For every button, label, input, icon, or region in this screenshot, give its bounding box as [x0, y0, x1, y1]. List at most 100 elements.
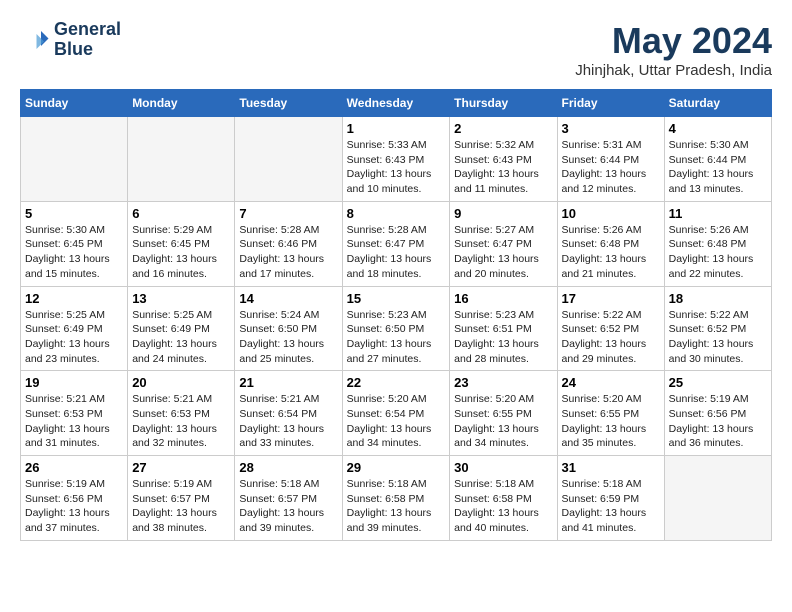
day-detail: Sunrise: 5:28 AMSunset: 6:47 PMDaylight:… — [347, 223, 446, 282]
calendar-cell: 25 Sunrise: 5:19 AMSunset: 6:56 PMDayligh… — [664, 371, 771, 456]
day-number: 31 — [562, 460, 660, 475]
day-number: 28 — [239, 460, 337, 475]
day-detail: Sunrise: 5:23 AMSunset: 6:50 PMDaylight:… — [347, 308, 446, 367]
day-detail: Sunrise: 5:21 AMSunset: 6:53 PMDaylight:… — [132, 392, 230, 451]
day-detail: Sunrise: 5:21 AMSunset: 6:54 PMDaylight:… — [239, 392, 337, 451]
day-detail: Sunrise: 5:20 AMSunset: 6:55 PMDaylight:… — [454, 392, 552, 451]
day-number: 12 — [25, 291, 123, 306]
day-number: 7 — [239, 206, 337, 221]
day-number: 17 — [562, 291, 660, 306]
calendar-cell: 18Sunrise: 5:22 AMSunset: 6:52 PMDayligh… — [664, 286, 771, 371]
calendar-cell: 21 Sunrise: 5:21 AMSunset: 6:54 PMDayligh… — [235, 371, 342, 456]
calendar-cell — [664, 456, 771, 541]
day-detail: Sunrise: 5:20 AMSunset: 6:54 PMDaylight:… — [347, 392, 446, 451]
calendar-cell: 19 Sunrise: 5:21 AMSunset: 6:53 PMDayligh… — [21, 371, 128, 456]
day-detail: Sunrise: 5:32 AMSunset: 6:43 PMDaylight:… — [454, 138, 552, 197]
day-number: 4 — [669, 121, 767, 136]
day-detail: Sunrise: 5:18 AMSunset: 6:58 PMDaylight:… — [347, 477, 446, 536]
calendar-cell: 13 Sunrise: 5:25 AMSunset: 6:49 PMDayligh… — [128, 286, 235, 371]
calendar-cell: 22 Sunrise: 5:20 AMSunset: 6:54 PMDayligh… — [342, 371, 450, 456]
calendar-cell: 26 Sunrise: 5:19 AMSunset: 6:56 PMDayligh… — [21, 456, 128, 541]
day-number: 1 — [347, 121, 446, 136]
weekday-header: Tuesday — [235, 90, 342, 117]
day-detail: Sunrise: 5:18 AMSunset: 6:57 PMDaylight:… — [239, 477, 337, 536]
day-detail: Sunrise: 5:27 AMSunset: 6:47 PMDaylight:… — [454, 223, 552, 282]
day-detail: Sunrise: 5:26 AMSunset: 6:48 PMDaylight:… — [562, 223, 660, 282]
calendar-cell: 27Sunrise: 5:19 AMSunset: 6:57 PMDayligh… — [128, 456, 235, 541]
calendar-cell: 28 Sunrise: 5:18 AMSunset: 6:57 PMDayligh… — [235, 456, 342, 541]
day-detail: Sunrise: 5:18 AMSunset: 6:59 PMDaylight:… — [562, 477, 660, 536]
calendar-cell: 29 Sunrise: 5:18 AMSunset: 6:58 PMDayligh… — [342, 456, 450, 541]
title-block: May 2024 Jhinjhak, Uttar Pradesh, India — [575, 20, 772, 79]
month-title: May 2024 — [575, 20, 772, 62]
weekday-header: Saturday — [664, 90, 771, 117]
day-number: 9 — [454, 206, 552, 221]
day-number: 8 — [347, 206, 446, 221]
logo-text: General Blue — [54, 20, 121, 60]
calendar-cell: 16 Sunrise: 5:23 AMSunset: 6:51 PMDayligh… — [450, 286, 557, 371]
day-detail: Sunrise: 5:25 AMSunset: 6:49 PMDaylight:… — [132, 308, 230, 367]
calendar-cell: 2 Sunrise: 5:32 AMSunset: 6:43 PMDaylight… — [450, 117, 557, 202]
day-detail: Sunrise: 5:29 AMSunset: 6:45 PMDaylight:… — [132, 223, 230, 282]
calendar-cell: 3Sunrise: 5:31 AMSunset: 6:44 PMDaylight… — [557, 117, 664, 202]
day-number: 16 — [454, 291, 552, 306]
calendar-cell: 23Sunrise: 5:20 AMSunset: 6:55 PMDayligh… — [450, 371, 557, 456]
calendar-cell: 15 Sunrise: 5:23 AMSunset: 6:50 PMDayligh… — [342, 286, 450, 371]
day-detail: Sunrise: 5:31 AMSunset: 6:44 PMDaylight:… — [562, 138, 660, 197]
calendar-cell — [235, 117, 342, 202]
day-detail: Sunrise: 5:28 AMSunset: 6:46 PMDaylight:… — [239, 223, 337, 282]
day-detail: Sunrise: 5:19 AMSunset: 6:56 PMDaylight:… — [669, 392, 767, 451]
day-number: 14 — [239, 291, 337, 306]
day-number: 20 — [132, 375, 230, 390]
calendar-cell: 31 Sunrise: 5:18 AMSunset: 6:59 PMDayligh… — [557, 456, 664, 541]
day-number: 6 — [132, 206, 230, 221]
weekday-header: Sunday — [21, 90, 128, 117]
page-header: General Blue May 2024 Jhinjhak, Uttar Pr… — [20, 20, 772, 79]
calendar-cell: 4 Sunrise: 5:30 AMSunset: 6:44 PMDaylight… — [664, 117, 771, 202]
location: Jhinjhak, Uttar Pradesh, India — [575, 62, 772, 79]
weekday-header: Friday — [557, 90, 664, 117]
day-number: 29 — [347, 460, 446, 475]
calendar-cell: 24Sunrise: 5:20 AMSunset: 6:55 PMDayligh… — [557, 371, 664, 456]
day-detail: Sunrise: 5:23 AMSunset: 6:51 PMDaylight:… — [454, 308, 552, 367]
calendar-cell — [21, 117, 128, 202]
day-number: 22 — [347, 375, 446, 390]
calendar-cell: 5 Sunrise: 5:30 AMSunset: 6:45 PMDaylight… — [21, 201, 128, 286]
logo: General Blue — [20, 20, 121, 60]
day-detail: Sunrise: 5:30 AMSunset: 6:44 PMDaylight:… — [669, 138, 767, 197]
day-detail: Sunrise: 5:19 AMSunset: 6:56 PMDaylight:… — [25, 477, 123, 536]
day-detail: Sunrise: 5:20 AMSunset: 6:55 PMDaylight:… — [562, 392, 660, 451]
calendar-cell: 6 Sunrise: 5:29 AMSunset: 6:45 PMDaylight… — [128, 201, 235, 286]
day-number: 30 — [454, 460, 552, 475]
day-detail: Sunrise: 5:33 AMSunset: 6:43 PMDaylight:… — [347, 138, 446, 197]
day-number: 21 — [239, 375, 337, 390]
day-detail: Sunrise: 5:30 AMSunset: 6:45 PMDaylight:… — [25, 223, 123, 282]
day-number: 15 — [347, 291, 446, 306]
calendar-cell — [128, 117, 235, 202]
day-number: 18 — [669, 291, 767, 306]
day-number: 26 — [25, 460, 123, 475]
day-detail: Sunrise: 5:18 AMSunset: 6:58 PMDaylight:… — [454, 477, 552, 536]
day-detail: Sunrise: 5:24 AMSunset: 6:50 PMDaylight:… — [239, 308, 337, 367]
calendar-table: SundayMondayTuesdayWednesdayThursdayFrid… — [20, 89, 772, 541]
day-number: 2 — [454, 121, 552, 136]
day-detail: Sunrise: 5:21 AMSunset: 6:53 PMDaylight:… — [25, 392, 123, 451]
day-number: 10 — [562, 206, 660, 221]
calendar-cell: 8 Sunrise: 5:28 AMSunset: 6:47 PMDaylight… — [342, 201, 450, 286]
calendar-cell: 10 Sunrise: 5:26 AMSunset: 6:48 PMDayligh… — [557, 201, 664, 286]
calendar-cell: 17Sunrise: 5:22 AMSunset: 6:52 PMDayligh… — [557, 286, 664, 371]
weekday-header: Monday — [128, 90, 235, 117]
day-number: 11 — [669, 206, 767, 221]
day-number: 25 — [669, 375, 767, 390]
day-detail: Sunrise: 5:25 AMSunset: 6:49 PMDaylight:… — [25, 308, 123, 367]
calendar-cell: 11Sunrise: 5:26 AMSunset: 6:48 PMDayligh… — [664, 201, 771, 286]
day-number: 19 — [25, 375, 123, 390]
logo-icon — [20, 25, 50, 55]
day-number: 13 — [132, 291, 230, 306]
day-number: 27 — [132, 460, 230, 475]
calendar-cell: 7 Sunrise: 5:28 AMSunset: 6:46 PMDaylight… — [235, 201, 342, 286]
weekday-header: Wednesday — [342, 90, 450, 117]
day-number: 5 — [25, 206, 123, 221]
calendar-cell: 12 Sunrise: 5:25 AMSunset: 6:49 PMDayligh… — [21, 286, 128, 371]
weekday-header: Thursday — [450, 90, 557, 117]
